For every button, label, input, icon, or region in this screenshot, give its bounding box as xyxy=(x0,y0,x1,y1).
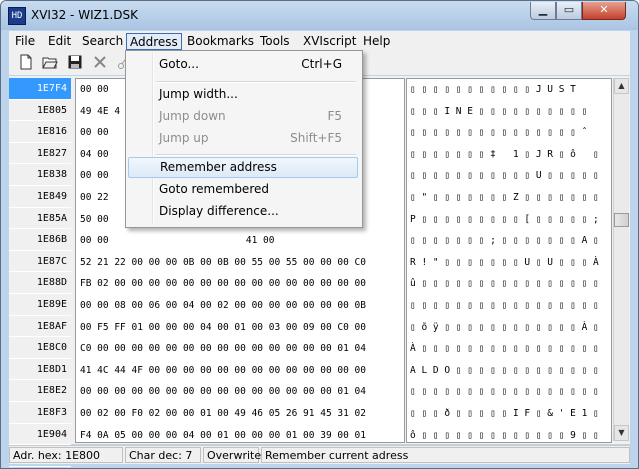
scroll-up-icon[interactable]: ▲ xyxy=(614,78,629,94)
address-cell[interactable]: 1E8D1 xyxy=(9,359,71,381)
menu-xviscript[interactable]: XVIscript xyxy=(300,33,359,50)
status-char: Char dec: 7 xyxy=(125,447,201,463)
address-cell[interactable]: 1E88D xyxy=(9,272,71,294)
text-pane[interactable]: ▯ ▯ ▯ ▯ ▯ ▯ ▯ ▯ ▯ ▯ ▯ J U S T ▯ ▯ ▯ I N E… xyxy=(406,78,612,443)
text-row[interactable]: ▯ ▯ ▯ ▯ ▯ ▯ ▯ ▯ ▯ ▯ ▯ U ▯ ▯ ▯ ▯ ▯ xyxy=(407,165,611,187)
menu-separator xyxy=(156,154,356,156)
menu-item-label: Jump down xyxy=(159,109,226,123)
open-folder-icon[interactable] xyxy=(42,54,58,70)
address-cell[interactable]: 1E8C0 xyxy=(9,337,71,359)
text-row[interactable]: ▯ ▯ ▯ ð ▯ ▯ ▯ ▯ ▯ I F ▯ & ' E 1 ▯ xyxy=(407,403,611,425)
minimize-button[interactable]: ▁ xyxy=(530,2,556,20)
menu-item-jump-up: Jump up Shift+F5 xyxy=(128,128,358,149)
menu-item-label: Jump up xyxy=(159,131,209,145)
hex-row[interactable]: 41 4C 44 4F 00 00 00 00 00 00 00 00 00 0… xyxy=(76,360,404,382)
text-row[interactable]: ▯ ▯ ▯ ▯ ▯ ▯ ▯ ▯ ▯ ▯ ▯ ▯ ▯ ▯ ▯ ▯ ▯ xyxy=(407,381,611,403)
menu-address[interactable]: Address xyxy=(126,33,182,50)
new-file-icon[interactable] xyxy=(18,54,34,70)
close-icon: ✕ xyxy=(599,3,609,16)
address-cell[interactable]: 1E8E2 xyxy=(9,380,71,402)
hex-row[interactable]: 00 00 08 00 06 00 04 00 02 00 00 00 00 0… xyxy=(76,295,404,317)
menu-item-shortcut: Shift+F5 xyxy=(290,131,342,145)
menu-item-shortcut: F5 xyxy=(327,109,342,123)
menu-item-remember-address[interactable]: Remember address xyxy=(128,157,358,178)
address-cell[interactable]: 1E827 xyxy=(9,143,71,165)
address-cell[interactable]: 1E8F3 xyxy=(9,402,71,424)
menu-item-label: Display difference... xyxy=(159,204,279,218)
address-cell[interactable]: 1E805 xyxy=(9,100,71,122)
menu-item-jump-width[interactable]: Jump width... xyxy=(128,84,358,105)
address-cell[interactable]: 1E849 xyxy=(9,186,71,208)
menu-item-goto[interactable]: Goto... Ctrl+G xyxy=(128,54,358,75)
maximize-button[interactable]: ▭ xyxy=(556,2,582,20)
status-message: Remember current adress xyxy=(261,447,630,463)
hex-row[interactable]: FB 02 00 00 00 00 00 00 00 00 00 00 00 0… xyxy=(76,273,404,295)
text-row[interactable]: ▯ ▯ ▯ ▯ ▯ ▯ ▯ ‡ 1 ▯ J R ▯ ô ▯ xyxy=(407,144,611,166)
text-row[interactable]: ▯ ▯ ▯ ▯ ▯ ▯ ▯ ▯ ▯ ▯ ▯ J U S T xyxy=(407,79,611,101)
menu-bar: File Edit Search Address Bookmarks Tools… xyxy=(9,31,630,52)
scroll-down-icon[interactable]: ▼ xyxy=(614,425,629,441)
hex-row[interactable]: 00 02 00 F0 02 00 00 01 00 49 46 05 26 9… xyxy=(76,403,404,425)
menu-item-label: Jump width... xyxy=(159,87,238,101)
address-cell[interactable]: 1E87C xyxy=(9,251,71,273)
menu-edit[interactable]: Edit xyxy=(45,33,74,50)
title-bar[interactable]: HD XVI32 - WIZ1.DSK ▁ ▭ ✕ xyxy=(1,1,638,30)
text-row[interactable]: ▯ ▯ ▯ ▯ ▯ ▯ ▯ ▯ ▯ ▯ ▯ ▯ ▯ ▯ ▯ ▯ ▯ xyxy=(407,295,611,317)
hex-row[interactable]: 00 00 41 00 xyxy=(76,230,404,252)
window-title: XVI32 - WIZ1.DSK xyxy=(31,8,138,22)
menu-tools[interactable]: Tools xyxy=(257,33,293,50)
menu-item-label: Goto remembered xyxy=(159,182,269,196)
delete-x-icon[interactable] xyxy=(92,54,108,70)
maximize-icon: ▭ xyxy=(563,3,575,16)
text-row[interactable]: û ▯ ▯ ▯ ▯ ▯ ▯ ▯ ▯ ▯ ▯ ▯ ▯ ▯ ▯ ▯ ▯ xyxy=(407,273,611,295)
menu-separator xyxy=(156,81,356,83)
menu-item-label: Goto... xyxy=(159,57,199,71)
status-bar: Adr. hex: 1E800 Char dec: 7 Overwrite Re… xyxy=(9,445,630,464)
menu-help[interactable]: Help xyxy=(360,33,393,50)
text-row[interactable]: ▯ ▯ ▯ I N E ▯ ▯ ▯ ▯ ▯ ▯ ▯ ▯ ▯ ▯ xyxy=(407,101,611,123)
address-cell[interactable]: 1E7F4 xyxy=(9,78,71,100)
text-row[interactable]: A L D O ▯ ▯ ▯ ▯ ▯ ▯ ▯ ▯ ▯ ▯ ▯ ▯ ▯ xyxy=(407,360,611,382)
app-icon: HD xyxy=(8,7,26,25)
menu-file[interactable]: File xyxy=(12,33,38,50)
hex-row[interactable]: 00 00 00 00 00 00 00 00 00 00 00 00 00 0… xyxy=(76,381,404,403)
text-row[interactable]: ▯ " ▯ ▯ ▯ ▯ ▯ ▯ ▯ Z ▯ ▯ ▯ ▯ ▯ ▯ ▯ xyxy=(407,187,611,209)
application-window: HD XVI32 - WIZ1.DSK ▁ ▭ ✕ File Edit Sear… xyxy=(0,0,639,469)
address-cell[interactable]: 1E89E xyxy=(9,294,71,316)
status-mode: Overwrite xyxy=(203,447,261,463)
text-row[interactable]: R ! " ▯ ▯ ▯ ▯ ▯ ▯ ▯ U ▯ U ▯ ▯ ▯ À xyxy=(407,252,611,274)
hex-row[interactable]: C0 00 00 00 00 00 00 00 00 00 00 00 00 0… xyxy=(76,338,404,360)
text-row[interactable]: ô ▯ ▯ ▯ ▯ ▯ ▯ ▯ ▯ ▯ ▯ ▯ ▯ ▯ 9 ▯ ▯ xyxy=(407,425,611,443)
text-row[interactable]: ▯ õ ÿ ▯ ▯ ▯ ▯ ▯ ▯ ▯ ▯ ▯ ▯ ▯ ▯ À ▯ xyxy=(407,317,611,339)
vertical-scrollbar[interactable]: ▲ ▼ xyxy=(613,78,629,441)
menu-item-goto-remembered[interactable]: Goto remembered xyxy=(128,179,358,200)
address-cell[interactable]: 1E85A xyxy=(9,208,71,230)
text-row[interactable]: ▯ ▯ ▯ ▯ ▯ ▯ ▯ ; ▯ ▯ ▯ ▯ ▯ ▯ ▯ A ▯ xyxy=(407,230,611,252)
address-column: 1E7F4 1E805 1E816 1E827 1E838 1E849 1E85A 1E86B… xyxy=(9,78,71,468)
text-row[interactable]: ▯ ▯ ▯ ▯ ▯ ▯ ▯ ▯ ▯ ▯ ▯ ▯ ▯ ▯ ▯ ˆ xyxy=(407,122,611,144)
hex-row[interactable]: 52 21 22 00 00 00 0B 00 0B 00 55 00 55 0… xyxy=(76,252,404,274)
address-cell[interactable]: 1E904 xyxy=(9,424,71,446)
minimize-icon: ▁ xyxy=(538,3,548,16)
address-cell[interactable]: 1E86B xyxy=(9,229,71,251)
menu-bookmarks[interactable]: Bookmarks xyxy=(184,33,257,50)
menu-item-label: Remember address xyxy=(160,160,277,174)
save-disk-icon[interactable] xyxy=(67,54,83,70)
address-cell[interactable]: 1E816 xyxy=(9,121,71,143)
menu-item-shortcut: Ctrl+G xyxy=(301,57,342,71)
hex-row[interactable]: F4 0A 05 00 00 00 04 00 01 00 00 00 01 0… xyxy=(76,425,404,443)
status-address: Adr. hex: 1E800 xyxy=(9,447,123,463)
close-button[interactable]: ✕ xyxy=(582,2,626,20)
address-cell[interactable]: 1E8AF xyxy=(9,316,71,338)
text-row[interactable]: P ▯ ▯ ▯ ▯ ▯ ▯ ▯ ▯ ▯ [ ▯ ▯ ▯ ▯ ▯ ; xyxy=(407,209,611,231)
address-cell[interactable]: 1E838 xyxy=(9,164,71,186)
scroll-thumb[interactable] xyxy=(614,213,629,227)
address-dropdown-menu: Goto... Ctrl+G Jump width... Jump down F5 … xyxy=(125,50,363,228)
menu-search[interactable]: Search xyxy=(79,33,126,50)
text-row[interactable]: À ▯ ▯ ▯ ▯ ▯ ▯ ▯ ▯ ▯ ▯ ▯ ▯ ▯ ▯ ▯ ▯ xyxy=(407,338,611,360)
hex-row[interactable]: 00 F5 FF 01 00 00 00 04 00 01 00 03 00 0… xyxy=(76,317,404,339)
menu-item-jump-down: Jump down F5 xyxy=(128,106,358,127)
menu-item-display-difference[interactable]: Display difference... xyxy=(128,201,358,222)
